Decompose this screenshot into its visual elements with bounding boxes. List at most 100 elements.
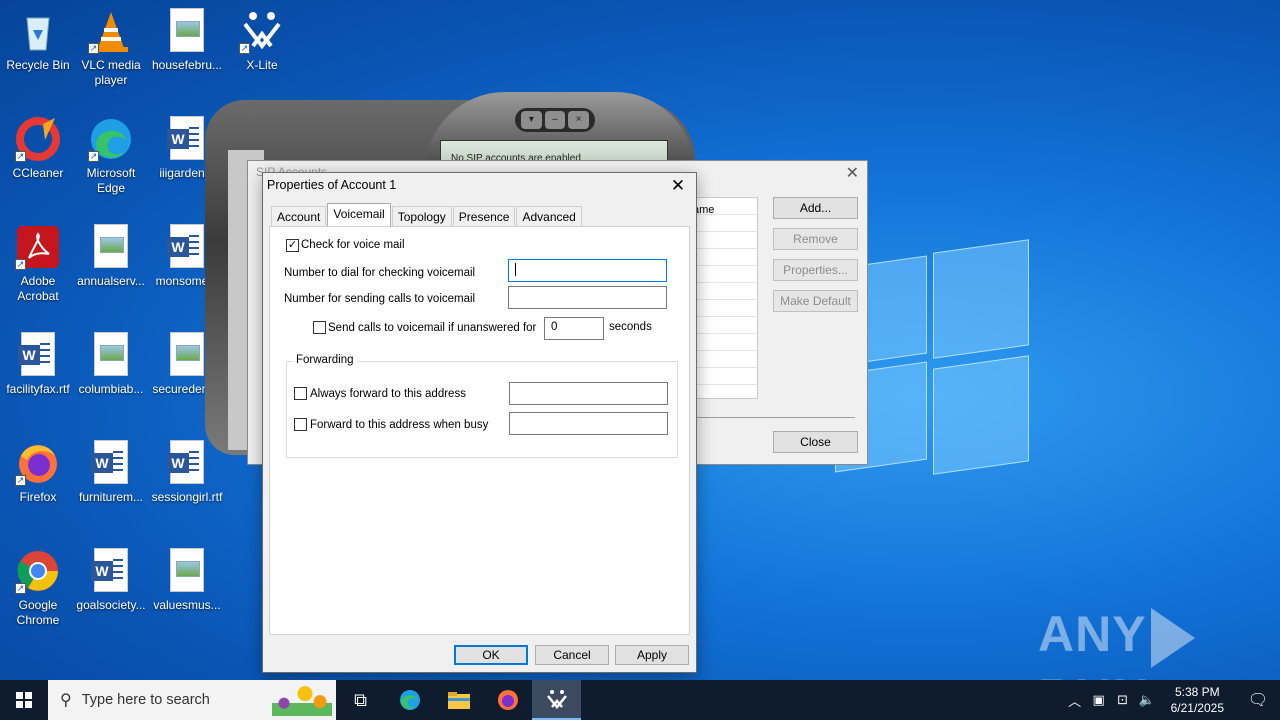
account-properties-dialog: Properties of Account 1 ✕ Account Voicem… [262, 172, 697, 673]
clock-time: 5:38 PM [1174, 685, 1220, 699]
notification-icon[interactable]: 🗨 [1236, 690, 1280, 710]
desktop-icon-label: VLC media player [81, 58, 141, 87]
taskbar-edge[interactable] [385, 680, 434, 720]
tab-topology[interactable]: Topology [391, 206, 452, 226]
play-triangle-icon [1150, 607, 1195, 668]
close-icon[interactable]: × [568, 111, 590, 129]
desktop-icon-label: annualserv... [77, 274, 145, 288]
vlc-cone-icon: ↗ [88, 8, 134, 54]
image-document-icon [88, 224, 134, 270]
desktop-icon-label: Recycle Bin [6, 58, 70, 72]
busy-forward-input[interactable] [509, 412, 668, 435]
desktop-icon-valuesmus[interactable]: valuesmus... [149, 548, 225, 613]
firefox-icon [497, 690, 518, 710]
desktop-icon-label: X-Lite [246, 58, 278, 72]
shortcut-arrow-icon: ↗ [88, 151, 99, 162]
desktop-icon-goalsociety[interactable]: W goalsociety... [73, 548, 149, 613]
image-document-icon [88, 332, 134, 378]
desktop-icon-adobe-acrobat[interactable]: ↗ Adobe Acrobat [0, 224, 76, 304]
cancel-button[interactable]: Cancel [535, 645, 609, 665]
taskbar-firefox[interactable] [483, 680, 532, 720]
tab-presence[interactable]: Presence [452, 206, 516, 226]
unanswered-seconds-input[interactable]: 0 [544, 317, 604, 340]
taskbar-search-box[interactable]: ⚲ Type here to search [48, 680, 336, 720]
word-document-icon: W [164, 224, 210, 270]
taskbar-file-explorer[interactable] [434, 680, 483, 720]
desktop-icon-google-chrome[interactable]: ↗ Google Chrome [0, 548, 76, 628]
desktop-icon-label: Google Chrome [16, 598, 60, 627]
seconds-unit-label: seconds [609, 321, 652, 333]
desktop-icon-label: Firefox [19, 490, 57, 504]
remove-account-button[interactable]: Remove [773, 228, 858, 250]
desktop-icon-vlc[interactable]: ↗ VLC media player [73, 8, 149, 88]
shortcut-arrow-icon: ↗ [15, 151, 26, 162]
divider [688, 417, 855, 418]
word-document-icon: W [88, 440, 134, 486]
desktop-icon-housefebru[interactable]: housefebru... [149, 8, 225, 73]
ok-button[interactable]: OK [454, 645, 528, 665]
sip-accounts-list[interactable]: ame [688, 197, 758, 399]
sip-close-button[interactable]: Close [773, 431, 858, 453]
device-icon[interactable]: ▣ [1087, 692, 1111, 708]
xlite-icon: ↗ [239, 8, 285, 54]
tab-account[interactable]: Account [271, 206, 327, 226]
account-properties-button[interactable]: Properties... [773, 259, 858, 281]
xlite-icon [546, 690, 567, 709]
image-document-icon [164, 332, 210, 378]
desktop-icon-label: facilityfax.rtf [6, 382, 70, 396]
volume-icon[interactable]: 🔈 [1135, 692, 1159, 708]
desktop-icon-firefox[interactable]: ↗ Firefox [0, 440, 76, 505]
desktop-icon-columbiab[interactable]: columbiab... [73, 332, 149, 397]
taskbar-xlite[interactable] [532, 680, 581, 720]
chrome-icon: ↗ [15, 548, 61, 594]
check-voicemail-label: Check for voice mail [301, 239, 405, 251]
minimize-icon[interactable]: – [544, 111, 566, 129]
desktop-icon-ccleaner[interactable]: ↗ CCleaner [0, 116, 76, 181]
dialog-title: Properties of Account 1 [267, 178, 397, 192]
word-document-icon: W [15, 332, 61, 378]
desktop-icon-edge[interactable]: ↗ Microsoft Edge [73, 116, 149, 196]
desktop-icon-label: valuesmus... [153, 598, 221, 612]
desktop-icon-label: CCleaner [12, 166, 64, 180]
desktop-icon-facilityfax[interactable]: W facilityfax.rtf [0, 332, 76, 397]
task-view-icon: ⧉ [354, 689, 367, 710]
check-voicemail-checkbox[interactable]: ✓ [286, 239, 299, 252]
close-icon[interactable]: ✕ [846, 163, 859, 183]
voicemail-tab-panel: ✓ Check for voice mail Number to dial fo… [269, 226, 690, 635]
tab-voicemail[interactable]: Voicemail [327, 203, 391, 226]
close-icon[interactable]: ✕ [666, 175, 690, 197]
add-account-button[interactable]: Add... [773, 197, 858, 219]
unanswered-label: Send calls to voicemail if unanswered fo… [328, 322, 537, 334]
busy-forward-checkbox[interactable] [294, 418, 307, 431]
forwarding-group-title: Forwarding [293, 354, 357, 366]
always-forward-input[interactable] [509, 382, 668, 405]
desktop-icon-recycle-bin[interactable]: Recycle Bin [0, 8, 76, 73]
firefox-icon: ↗ [15, 440, 61, 486]
tab-strip: Account Voicemail Topology Presence Adva… [271, 203, 583, 226]
network-icon[interactable]: ⊡ [1111, 692, 1135, 708]
search-placeholder: Type here to search [81, 692, 210, 708]
chevron-up-icon[interactable]: ︿ [1063, 691, 1087, 710]
tab-advanced[interactable]: Advanced [516, 206, 582, 226]
always-forward-checkbox[interactable] [294, 387, 307, 400]
edge-icon: ↗ [88, 116, 134, 162]
dial-number-input[interactable] [508, 259, 667, 282]
menu-down-icon[interactable]: ▾ [521, 111, 542, 129]
unanswered-checkbox[interactable] [313, 321, 326, 334]
acrobat-icon: ↗ [15, 224, 61, 270]
shortcut-arrow-icon: ↗ [239, 43, 250, 54]
desktop-icon-sessiongirl[interactable]: W sessiongirl.rtf [149, 440, 225, 505]
send-number-input[interactable] [508, 286, 667, 309]
word-document-icon: W [164, 440, 210, 486]
make-default-button[interactable]: Make Default [773, 290, 858, 312]
apply-button[interactable]: Apply [615, 645, 689, 665]
desktop-icon-annualserv[interactable]: annualserv... [73, 224, 149, 289]
dial-number-label: Number to dial for checking voicemail [284, 267, 476, 279]
taskbar-clock[interactable]: 5:38 PM 6/21/2025 [1159, 684, 1236, 716]
start-button[interactable] [0, 680, 48, 720]
task-view-button[interactable]: ⧉ [336, 680, 385, 720]
windows-start-icon [16, 692, 32, 708]
clock-date: 6/21/2025 [1170, 701, 1224, 715]
desktop-icon-furniturem[interactable]: W furniturem... [73, 440, 149, 505]
desktop-icon-xlite[interactable]: ↗ X-Lite [224, 8, 300, 73]
